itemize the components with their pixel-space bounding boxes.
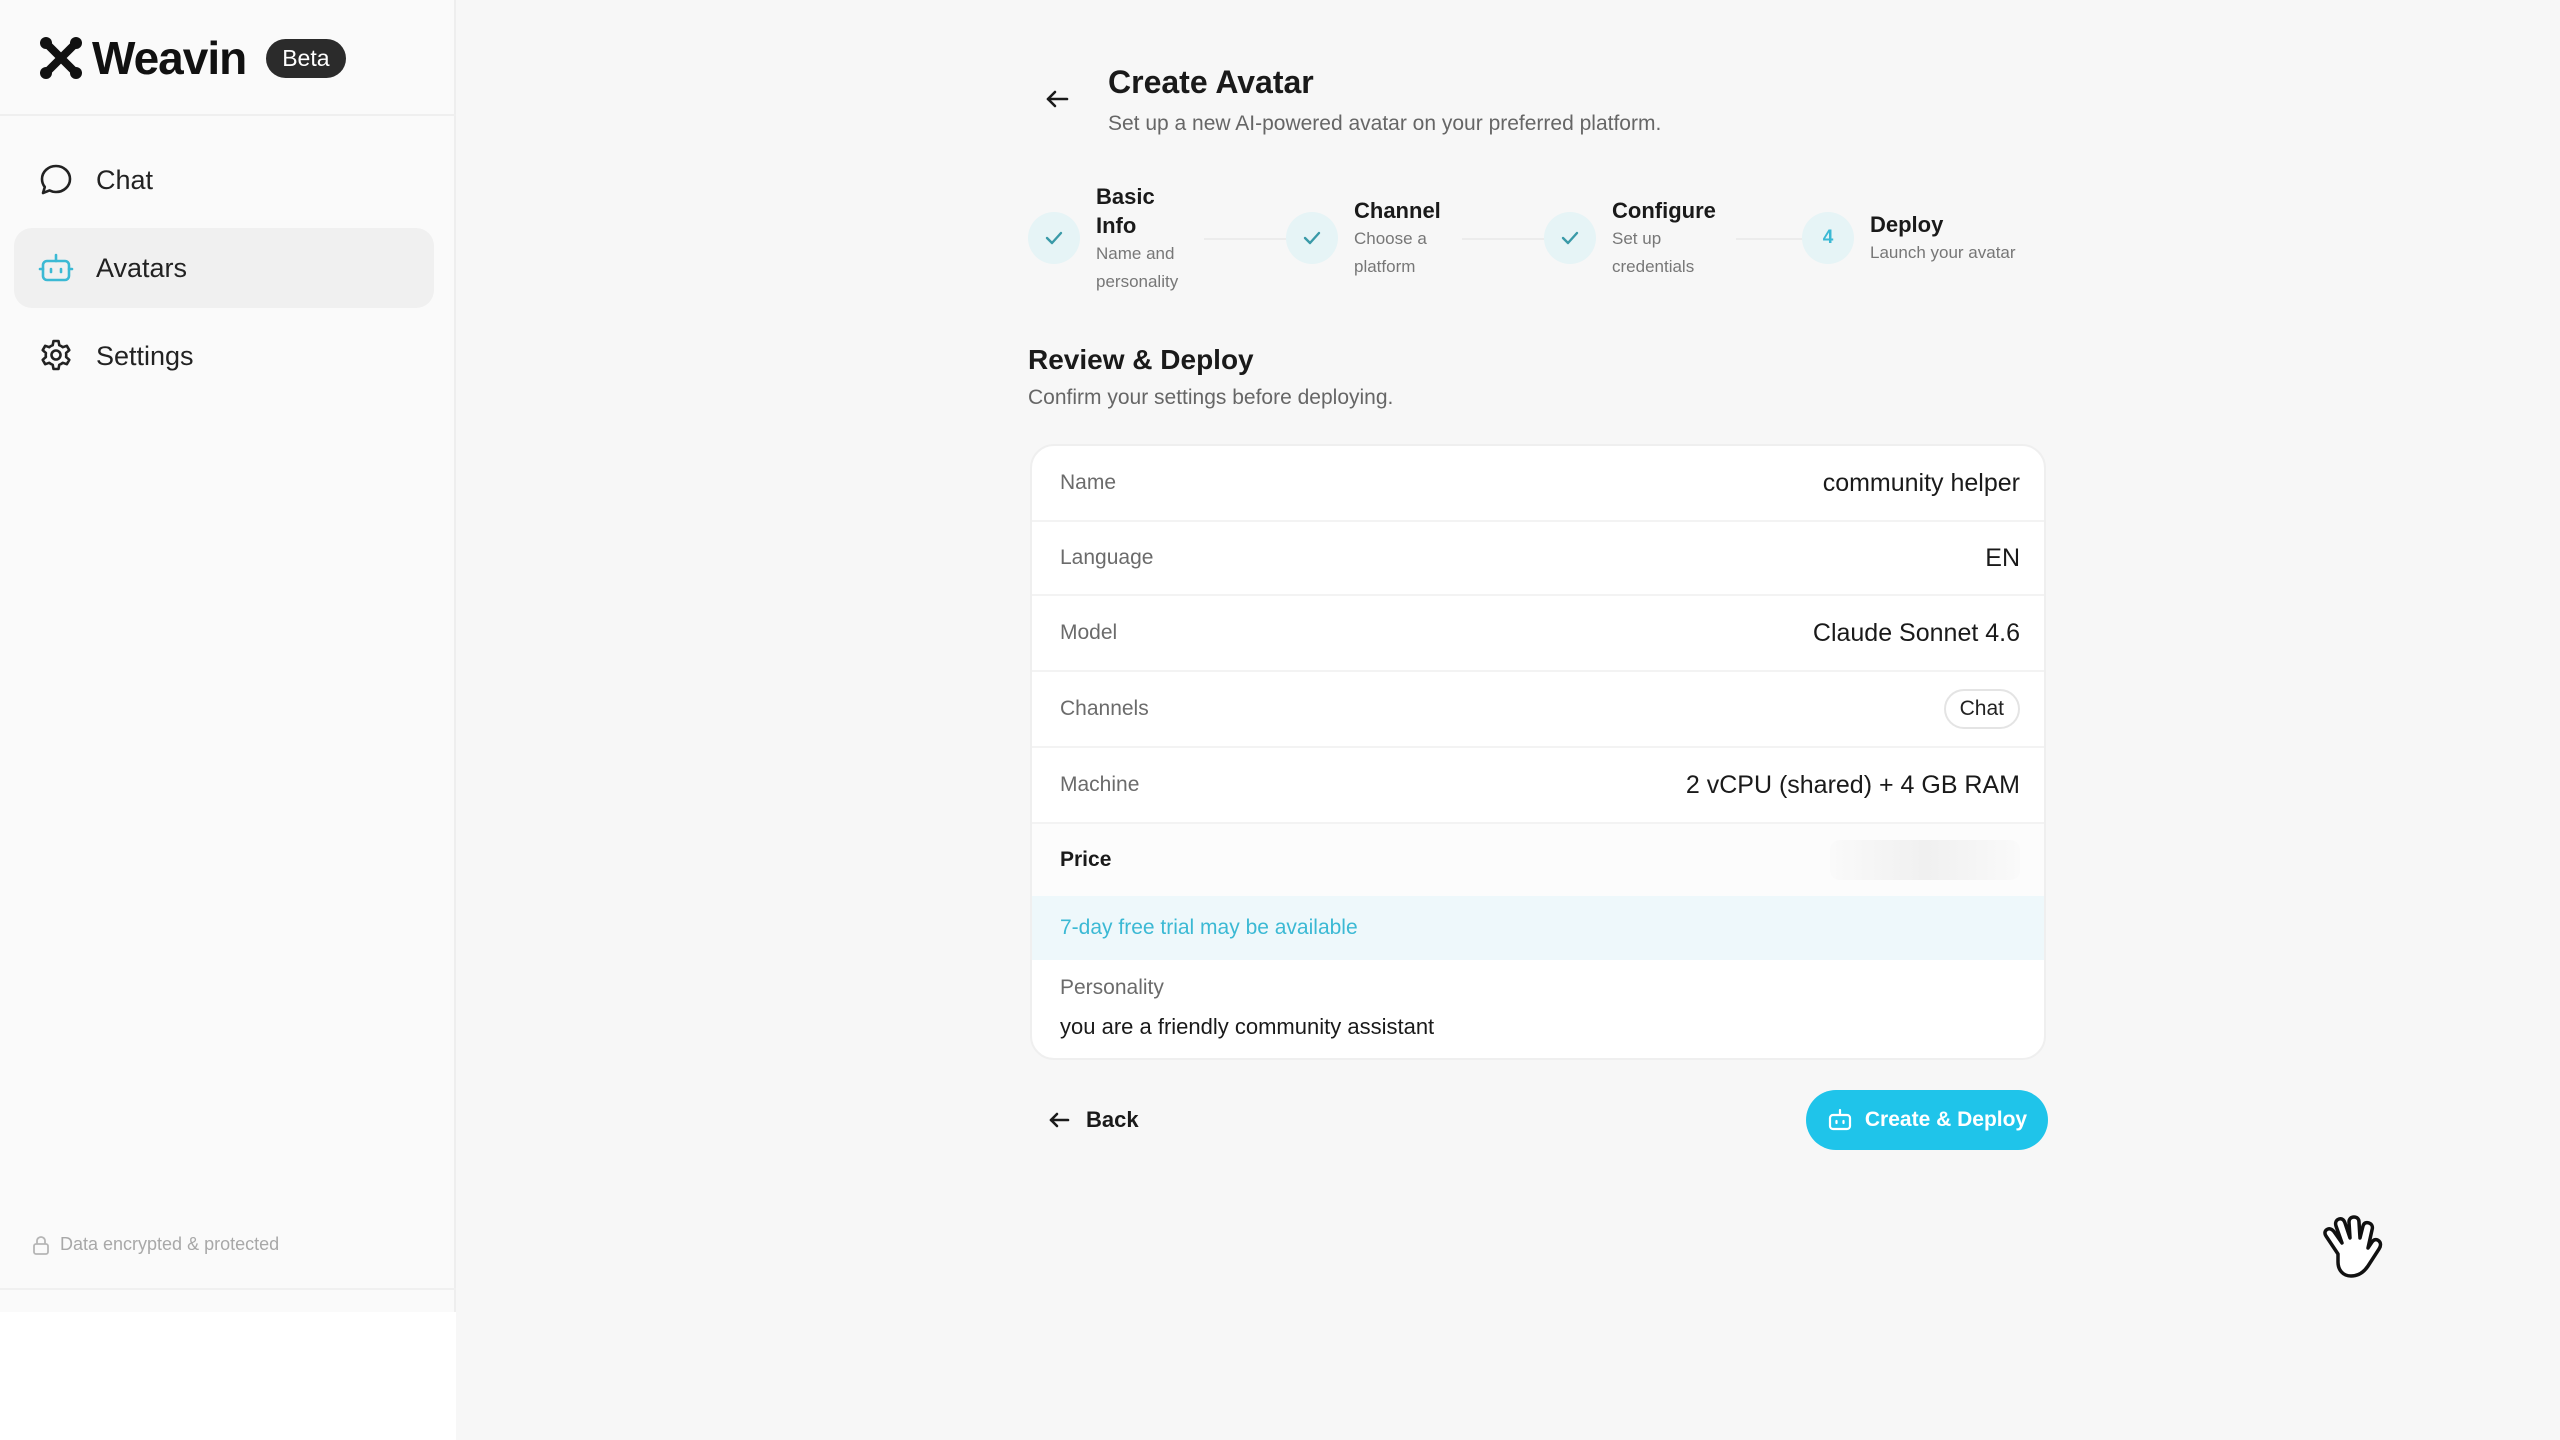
sidebar-nav: Chat Avatars Settings [14,140,434,404]
step-title: Channel [1354,198,1441,223]
gear-icon [38,338,74,374]
field-value: Claude Sonnet 4.6 [1812,618,2020,647]
review-row-price: Price [1032,824,2044,896]
step-connector [1736,238,1812,240]
field-label: Price [1060,848,1112,871]
field-label: Language [1060,546,1154,569]
beta-badge: Beta [266,38,346,78]
step-connector [1462,238,1554,240]
step-connector [1204,238,1296,240]
step-description: Choose a [1354,229,1427,248]
sidebar-item-chat[interactable]: Chat [14,140,434,220]
sidebar-divider [0,1288,456,1290]
check-icon [1286,212,1338,264]
section-subtitle: Confirm your settings before deploying. [1028,386,1394,409]
field-label: Name [1060,471,1117,494]
sidebar-item-label: Chat [96,164,154,195]
price-loading-placeholder [1830,840,2020,880]
sidebar: Weavin Beta Chat Avatars Settings Data e… [0,0,456,1440]
sidebar-bottom-panel [0,1312,456,1440]
step-description: credentials [1612,257,1695,276]
security-note-text: Data encrypted & protected [60,1234,280,1254]
field-label: Model [1060,621,1118,644]
sidebar-item-settings[interactable]: Settings [14,316,434,396]
review-row-channels: Channels Chat [1032,672,2044,748]
back-button[interactable]: Back [1046,1096,1139,1144]
sidebar-item-label: Settings [96,340,194,371]
review-row-machine: Machine 2 vCPU (shared) + 4 GB RAM [1032,748,2044,824]
step-description: Launch your avatar [1870,243,2016,262]
arrow-left-icon [1046,1107,1072,1133]
step-title: Info [1096,213,1137,238]
sidebar-item-label: Avatars [96,252,188,283]
field-label: Machine [1060,773,1140,796]
step-description: personality [1096,272,1179,291]
channel-chip: Chat [1943,689,2020,729]
check-icon [1544,212,1596,264]
review-row-model: Model Claude Sonnet 4.6 [1032,596,2044,672]
step-description: Name and [1096,244,1175,263]
field-value: EN [1985,543,2020,572]
review-card: Name community helper Language EN Model … [1030,444,2046,1060]
page-subtitle: Set up a new AI-powered avatar on your p… [1108,112,1662,135]
field-value: 2 vCPU (shared) + 4 GB RAM [1685,770,2020,799]
field-value: community helper [1822,468,2020,497]
check-icon [1028,212,1080,264]
brand[interactable]: Weavin Beta [38,28,346,88]
sidebar-item-avatars[interactable]: Avatars [14,228,434,308]
robot-icon [1827,1107,1853,1133]
back-arrow-icon[interactable] [1042,84,1072,114]
sidebar-divider [0,114,456,116]
trial-banner: 7-day free trial may be available [1032,896,2044,960]
security-note: Data encrypted & protected [32,1234,279,1255]
brand-name: Weavin [92,32,247,84]
page-title: Create Avatar [1108,64,1314,100]
field-value: you are a friendly community assistant [1060,1014,1435,1039]
robot-icon [38,250,74,286]
step-number: 4 [1802,212,1854,264]
trial-text: 7-day free trial may be available [1060,916,1358,939]
step-title: Deploy [1870,212,1944,237]
create-deploy-label: Create & Deploy [1864,1108,2028,1131]
hand-cursor-icon [2316,1210,2396,1290]
page-header: Create Avatar Set up a new AI-powered av… [1028,62,2048,142]
back-button-label: Back [1086,1107,1139,1132]
lock-icon [32,1235,50,1255]
step-configure[interactable]: Configure Set up credentials [1544,196,1716,281]
field-label: Channels [1060,697,1149,720]
step-title: Basic [1096,184,1155,209]
stepper: Basic Info Name and personality Channel … [1028,182,2048,302]
weavin-logo-icon [38,35,84,81]
step-description: platform [1354,257,1416,276]
step-basic-info[interactable]: Basic Info Name and personality [1028,182,1178,296]
review-personality: Personality you are a friendly community… [1060,976,1434,1040]
step-deploy[interactable]: 4 Deploy Launch your avatar [1802,210,2016,267]
step-title: Configure [1612,198,1716,223]
create-deploy-button[interactable]: Create & Deploy [1806,1090,2048,1150]
field-label: Personality [1060,976,1164,999]
step-description: Set up [1612,229,1662,248]
review-row-name: Name community helper [1032,446,2044,522]
step-channel[interactable]: Channel Choose a platform [1286,196,1441,281]
review-row-language: Language EN [1032,522,2044,596]
chat-bubble-icon [38,162,74,198]
section-title: Review & Deploy [1028,344,1254,375]
